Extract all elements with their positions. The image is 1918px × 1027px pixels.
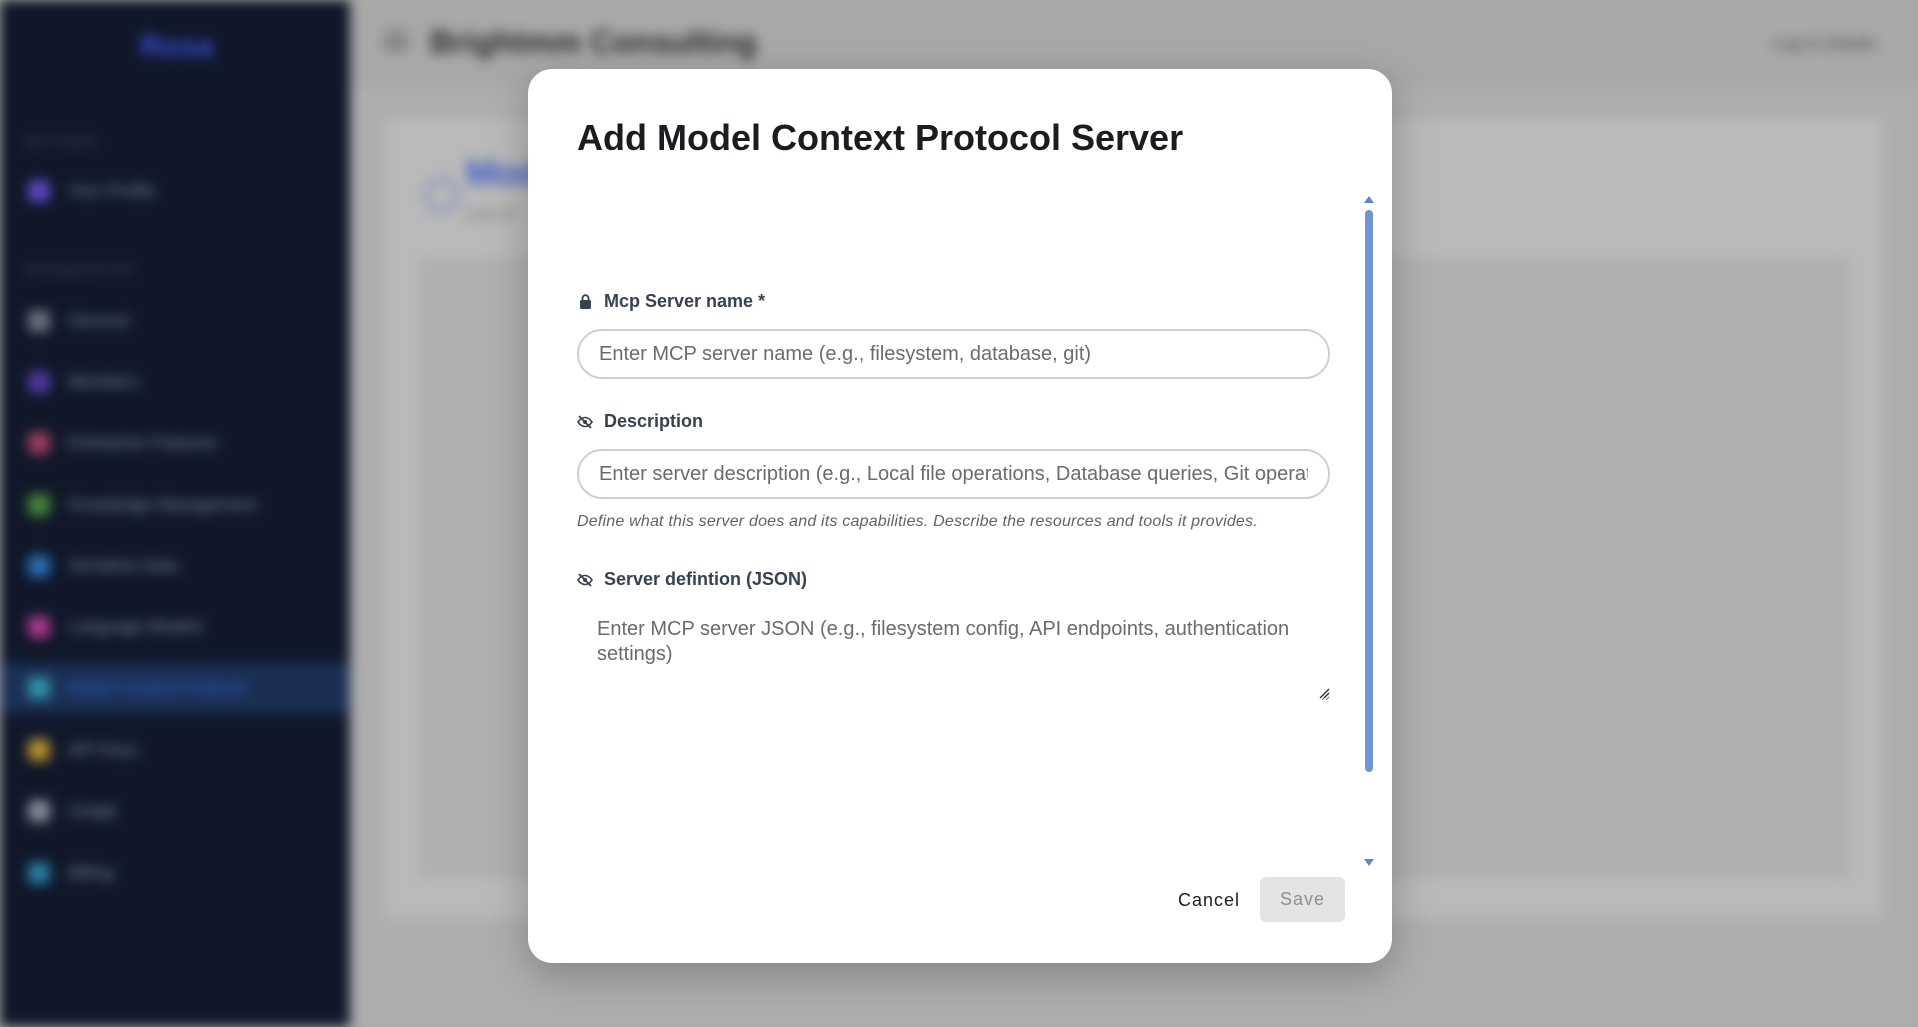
sidebar-item-label: Sensitive Data	[68, 556, 178, 575]
sidebar-item-api-keys[interactable]: API Keys	[0, 725, 350, 775]
sidebar-item-label: Enterprise Features	[68, 433, 218, 452]
profile-icon	[28, 180, 50, 202]
brain-icon	[28, 616, 50, 638]
description-input[interactable]	[577, 449, 1330, 499]
dialog-title: Add Model Context Protocol Server	[577, 117, 1184, 158]
sidebar-section-settings: SETTINGS	[24, 134, 98, 149]
app-logo: Rosa	[140, 30, 214, 63]
sidebar-item-label: Usage	[68, 801, 118, 820]
sidebar-item-your-profile[interactable]: Your Profile	[0, 166, 350, 216]
sidebar: Rosa SETTINGS Your Profile ORGANIZATION …	[0, 0, 350, 1027]
scroll-up-arrow-icon[interactable]	[1364, 196, 1374, 203]
sidebar-item-language-models[interactable]: Language Models	[0, 602, 350, 652]
sidebar-item-label: Billing	[68, 863, 114, 882]
dialog-scrollbar[interactable]	[1362, 196, 1376, 866]
description-helper-text: Define what this server does and its cap…	[577, 513, 1258, 530]
cancel-button[interactable]: Cancel	[1167, 878, 1251, 922]
sidebar-item-enterprise-features[interactable]: Enterprise Features	[0, 418, 350, 468]
sidebar-item-label: Your Profile	[68, 181, 156, 200]
account-link[interactable]: Log in Details	[1773, 34, 1876, 54]
save-button[interactable]: Save	[1260, 877, 1345, 922]
sidebar-item-model-context-protocol[interactable]: Model Context Protocol	[0, 663, 350, 713]
lock-icon	[577, 294, 593, 310]
server-definition-textarea[interactable]	[577, 611, 1330, 701]
key-icon	[28, 739, 50, 761]
sidebar-item-label: General	[68, 311, 129, 330]
chart-icon	[28, 800, 50, 822]
eye-off-icon	[577, 414, 593, 430]
server-definition-label: Server defintion (JSON)	[577, 569, 807, 590]
server-name-label: Mcp Server name *	[577, 291, 765, 312]
sidebar-item-label: Model Context Protocol	[68, 678, 245, 697]
page-subtitle: List of	[466, 204, 515, 224]
add-mcp-server-dialog: Add Model Context Protocol Server Mcp Se…	[528, 69, 1392, 963]
server-name-label-text: Mcp Server name *	[604, 291, 766, 311]
gear-icon	[28, 310, 50, 332]
sidebar-item-sensitive-data[interactable]: Sensitive Data	[0, 541, 350, 591]
sidebar-item-general[interactable]: General	[0, 296, 350, 346]
server-definition-label-text: Server defintion (JSON)	[604, 569, 808, 589]
sidebar-item-label: Knowledge Management	[68, 495, 257, 514]
server-name-input[interactable]	[577, 329, 1330, 379]
sidebar-item-usage[interactable]: Usage	[0, 786, 350, 836]
sidebar-item-knowledge-management[interactable]: Knowledge Management	[0, 480, 350, 530]
plug-icon	[28, 677, 50, 699]
plug-icon	[425, 178, 459, 212]
sidebar-item-billing[interactable]: Billing	[0, 848, 350, 898]
sidebar-item-members[interactable]: Members	[0, 357, 350, 407]
dialog-form: Mcp Server name * Description Define wha…	[577, 195, 1337, 865]
resize-handle-icon[interactable]	[1318, 687, 1330, 699]
organization-title: Brightmm Consulting	[430, 24, 758, 60]
description-label: Description	[577, 411, 703, 432]
sidebar-item-label: Language Models	[68, 617, 204, 636]
sidebar-item-label: API Keys	[68, 740, 138, 759]
eye-off-icon	[577, 572, 593, 588]
menu-icon[interactable]	[384, 32, 408, 50]
sidebar-item-label: Members	[68, 372, 139, 391]
credit-card-icon	[28, 862, 50, 884]
sidebar-section-organization: ORGANIZATION	[24, 262, 134, 277]
scroll-down-arrow-icon[interactable]	[1364, 859, 1374, 866]
users-icon	[28, 371, 50, 393]
scrollbar-thumb[interactable]	[1365, 210, 1373, 772]
description-label-text: Description	[604, 411, 704, 431]
book-icon	[28, 494, 50, 516]
building-icon	[28, 432, 50, 454]
shield-icon	[28, 555, 50, 577]
